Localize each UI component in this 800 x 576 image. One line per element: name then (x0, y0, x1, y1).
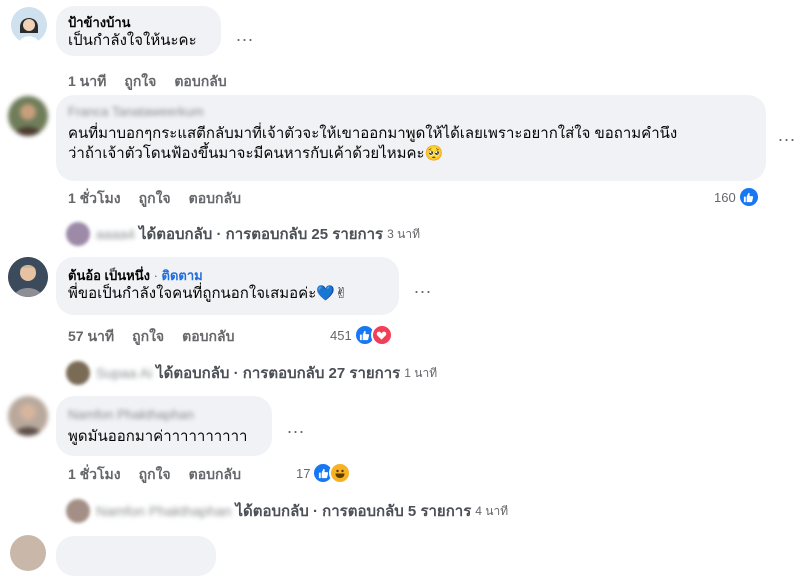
reaction-summary[interactable]: 160 (714, 186, 760, 208)
haha-reaction-icon (329, 462, 352, 484)
view-replies-link[interactable]: aaaa4 ได้ตอบกลับ · การตอบกลับ 25 รายการ … (66, 222, 420, 246)
reply-count: การตอบกลับ 25 รายการ (225, 226, 384, 243)
comment-actions: 57 นาที ถูกใจ ตอบกลับ (68, 326, 252, 348)
reply-count: การตอบกลับ 5 รายการ (322, 503, 472, 520)
comment-bubble: ป้าข้างบ้าน เป็นกำลังใจให้นะคะ (56, 6, 221, 56)
comment-bubble: ต้นอ้อ เป็นหนึ่ง · ติดตาม พี่ขอเป็นกำลัง… (56, 257, 399, 315)
commenter-header: ต้นอ้อ เป็นหนึ่ง · ติดตาม (68, 267, 387, 284)
avatar-photo-icon (8, 396, 48, 436)
pleading-face-emoji: 🥺 (424, 145, 444, 162)
comment-text: พูดมันออกมาค่าาาาาาาาาา (68, 428, 248, 445)
love-reaction-icon (370, 324, 393, 346)
separator-dot: · (312, 502, 318, 520)
commenter-name[interactable]: ป้าข้างบ้าน (68, 14, 209, 31)
replier-name: Namfon Phakthaphan (96, 503, 232, 519)
replied-label: ได้ตอบกลับ (156, 365, 230, 382)
comment-time[interactable]: 57 นาที (68, 328, 114, 344)
heart-victory-emoji: 💙✌ (316, 285, 348, 302)
like-button[interactable]: ถูกใจ (132, 328, 164, 344)
like-reaction-icon (737, 186, 760, 208)
reply-button[interactable]: ตอบกลับ (189, 466, 241, 482)
separator-dot: · (233, 364, 239, 382)
like-button[interactable]: ถูกใจ (124, 73, 156, 89)
reply-time: 1 นาที (404, 365, 438, 380)
replier-name: aaaa4 (96, 226, 135, 242)
reply-button[interactable]: ตอบกลับ (182, 328, 234, 344)
like-button[interactable]: ถูกใจ (139, 190, 171, 206)
reply-button[interactable]: ตอบกลับ (174, 73, 226, 89)
avatar[interactable] (8, 257, 48, 297)
comment-time[interactable]: 1 นาที (68, 73, 106, 89)
reaction-summary[interactable]: 17 (296, 462, 352, 484)
comment-text-body: พี่ขอเป็นกำลังใจคนที่ถูกนอกใจเสมอค่ะ (68, 285, 317, 302)
like-button[interactable]: ถูกใจ (139, 466, 171, 482)
follow-button[interactable]: ติดตาม (162, 268, 203, 283)
commenter-name[interactable]: Namfon Phakthaphan (68, 406, 260, 423)
commenter-name[interactable]: Franca Tanataweerkum (68, 103, 754, 120)
avatar[interactable] (10, 535, 46, 571)
comment-text: พี่ขอเป็นกำลังใจคนที่ถูกนอกใจเสมอค่ะ💙✌ (68, 284, 387, 304)
comment-text-line-2: ว่าถ้าเจ้าตัวโดนฟ้องขึ้นมาจะมีคนหารกับเค… (68, 144, 754, 164)
avatar[interactable] (8, 396, 48, 436)
comment-actions: 1 ชั่วโมง ถูกใจ ตอบกลับ (68, 188, 259, 210)
reaction-count: 451 (330, 327, 352, 343)
reaction-summary[interactable]: 451 (330, 324, 393, 346)
separator-dot: · (153, 268, 158, 283)
commenter-name[interactable]: ต้นอ้อ เป็นหนึ่ง (68, 268, 150, 283)
comment-actions: 1 ชั่วโมง ถูกใจ ตอบกลับ (68, 464, 259, 486)
separator-dot: · (216, 225, 222, 243)
view-replies-link[interactable]: Namfon Phakthaphan ได้ตอบกลับ · การตอบกล… (66, 499, 508, 523)
view-replies-link[interactable]: Supaa Ai ได้ตอบกลับ · การตอบกลับ 27 รายก… (66, 361, 437, 385)
avatar[interactable] (11, 7, 47, 43)
avatar-photo-icon (8, 257, 48, 297)
comment-time[interactable]: 1 ชั่วโมง (68, 466, 121, 482)
replier-avatar (66, 222, 90, 246)
replied-label: ได้ตอบกลับ (235, 503, 309, 520)
comment-bubble: Franca Tanataweerkum คนที่มาบอกๆกระแสตีก… (56, 95, 766, 181)
comment-time[interactable]: 1 ชั่วโมง (68, 190, 121, 206)
comment-bubble (56, 536, 216, 576)
comment-actions: 1 นาที ถูกใจ ตอบกลับ (68, 71, 245, 93)
reply-button[interactable]: ตอบกลับ (189, 190, 241, 206)
reaction-count: 160 (714, 189, 736, 205)
comment-text-line-2-body: ว่าถ้าเจ้าตัวโดนฟ้องขึ้นมาจะมีคนหารกับเค… (68, 145, 425, 162)
reply-time: 3 นาที (387, 226, 420, 241)
comment-bubble: Namfon Phakthaphan พูดมันออกมาค่าาาาาาาา… (56, 396, 272, 456)
replied-label: ได้ตอบกลับ (138, 226, 213, 243)
comment-text: เป็นกำลังใจให้นะคะ (68, 32, 197, 49)
more-options-icon[interactable]: ... (778, 126, 796, 144)
replier-avatar (66, 499, 90, 523)
avatar[interactable] (8, 96, 48, 136)
reply-time: 4 นาที (475, 503, 509, 518)
replier-name: Supaa Ai (96, 365, 153, 381)
comment-text-line-1: คนที่มาบอกๆกระแสตีกลับมาที่เจ้าตัวจะให้เ… (68, 125, 678, 142)
more-options-icon[interactable]: ... (287, 418, 305, 436)
avatar-photo-icon (8, 96, 48, 136)
replier-avatar (66, 361, 90, 385)
more-options-icon[interactable]: ... (236, 26, 254, 44)
more-options-icon[interactable]: ... (414, 278, 432, 296)
avatar-woman-icon (11, 7, 47, 43)
reaction-count: 17 (296, 465, 311, 481)
reply-count: การตอบกลับ 27 รายการ (242, 365, 401, 382)
